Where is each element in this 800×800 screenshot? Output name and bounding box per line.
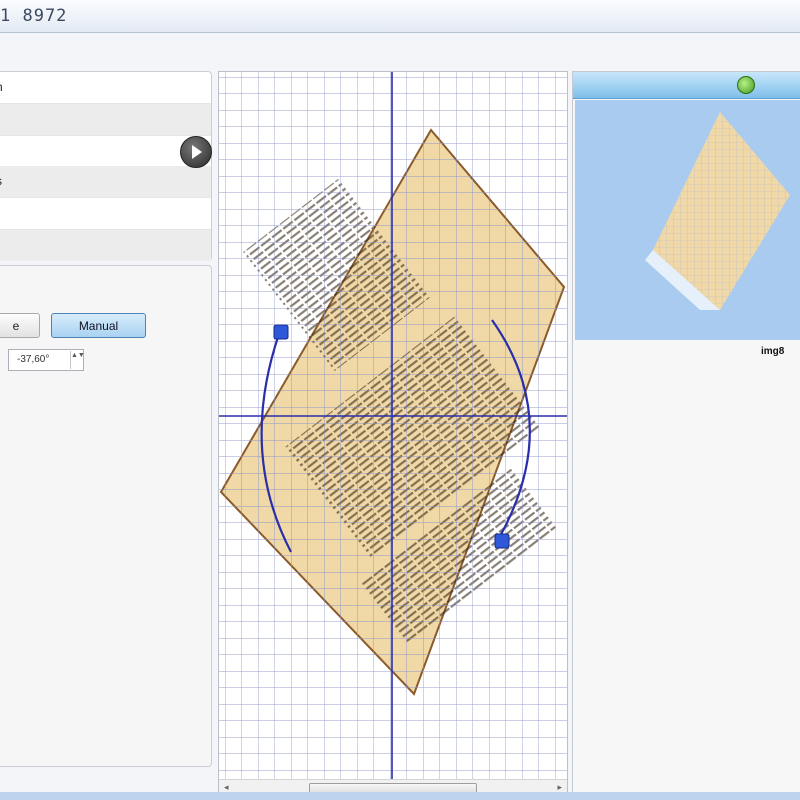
window-bottom-border bbox=[0, 792, 800, 800]
angle-spinner[interactable]: -37,60° ▲▼ bbox=[8, 349, 85, 371]
rotation-grid[interactable] bbox=[219, 72, 567, 780]
options-list-panel: h s bbox=[0, 71, 212, 261]
rotation-settings-panel bbox=[0, 265, 212, 767]
spinner-arrows-icon[interactable]: ▲▼ bbox=[70, 351, 85, 369]
rotation-handle-top[interactable] bbox=[273, 324, 289, 340]
list-item[interactable] bbox=[0, 198, 211, 230]
thumbnail-header[interactable] bbox=[573, 72, 800, 99]
list-item-label: s bbox=[0, 166, 2, 197]
list-item bbox=[0, 230, 211, 261]
title-bar: 1 8972 bbox=[0, 0, 800, 33]
thumbnail-panel: img8 bbox=[572, 71, 800, 799]
auto-button[interactable]: e bbox=[0, 313, 40, 338]
refresh-icon[interactable] bbox=[737, 76, 755, 94]
thumbnail-item[interactable]: img8 bbox=[575, 100, 800, 357]
window-title: 1 8972 bbox=[0, 6, 68, 26]
thumbnail-image bbox=[645, 112, 790, 310]
preview-canvas[interactable]: ◂ ▸ bbox=[218, 71, 568, 799]
play-button[interactable] bbox=[180, 136, 212, 168]
manual-button[interactable]: Manual bbox=[51, 313, 146, 338]
list-item[interactable]: s bbox=[0, 166, 211, 198]
angle-value[interactable]: -37,60° bbox=[17, 354, 49, 365]
rotation-handle-bottom[interactable] bbox=[494, 533, 510, 549]
list-item[interactable]: h bbox=[0, 72, 211, 104]
thumbnail-caption: img8 bbox=[761, 346, 785, 357]
list-item[interactable] bbox=[0, 104, 211, 136]
list-item-label: h bbox=[0, 72, 3, 103]
window-client-area: h s e Manual -37,60° ▲▼ bbox=[0, 33, 800, 800]
